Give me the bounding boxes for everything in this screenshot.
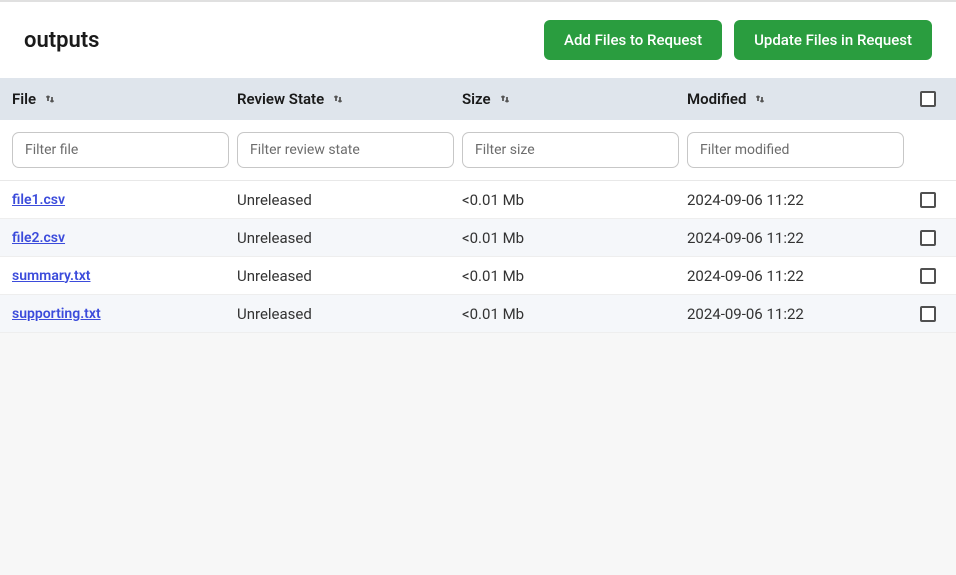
sort-icon (499, 93, 511, 105)
review-state-cell: Unreleased (237, 191, 312, 209)
column-header-review-state[interactable]: Review State (237, 90, 344, 108)
file-link[interactable]: file1.csv (12, 192, 65, 208)
files-table: File Review State Size (0, 78, 956, 333)
filter-review-input[interactable] (237, 132, 454, 168)
column-header-file-label: File (12, 90, 36, 108)
row-checkbox[interactable] (920, 268, 936, 284)
table-body: file1.csv Unreleased <0.01 Mb 2024-09-06 11… (0, 181, 956, 333)
column-header-file[interactable]: File (12, 90, 56, 108)
page-header: outputs Add Files to Request Update File… (0, 2, 956, 78)
table-row: file2.csv Unreleased <0.01 Mb 2024-09-06 11… (0, 219, 956, 257)
filter-row (0, 120, 956, 181)
modified-cell: 2024-09-06 11:22 (687, 267, 804, 285)
column-header-review-label: Review State (237, 90, 324, 108)
row-checkbox[interactable] (920, 230, 936, 246)
filter-modified-input[interactable] (687, 132, 904, 168)
table-row: file1.csv Unreleased <0.01 Mb 2024-09-06 11… (0, 181, 956, 219)
column-header-size-label: Size (462, 90, 491, 108)
modified-cell: 2024-09-06 11:22 (687, 305, 804, 323)
add-files-button[interactable]: Add Files to Request (544, 20, 722, 60)
sort-icon (332, 93, 344, 105)
review-state-cell: Unreleased (237, 267, 312, 285)
header-buttons: Add Files to Request Update Files in Req… (544, 20, 932, 60)
table-header-row: File Review State Size (0, 78, 956, 120)
column-header-modified-label: Modified (687, 90, 746, 108)
column-header-modified[interactable]: Modified (687, 90, 766, 108)
review-state-cell: Unreleased (237, 305, 312, 323)
size-cell: <0.01 Mb (462, 229, 524, 247)
file-link[interactable]: file2.csv (12, 230, 65, 246)
file-link[interactable]: summary.txt (12, 268, 91, 284)
row-checkbox[interactable] (920, 306, 936, 322)
row-checkbox[interactable] (920, 192, 936, 208)
modified-cell: 2024-09-06 11:22 (687, 191, 804, 209)
filter-file-input[interactable] (12, 132, 229, 168)
sort-icon (754, 93, 766, 105)
sort-icon (44, 93, 56, 105)
size-cell: <0.01 Mb (462, 267, 524, 285)
size-cell: <0.01 Mb (462, 305, 524, 323)
select-all-checkbox[interactable] (920, 91, 936, 107)
column-header-size[interactable]: Size (462, 90, 511, 108)
table-row: supporting.txt Unreleased <0.01 Mb 2024-09-… (0, 295, 956, 333)
filter-size-input[interactable] (462, 132, 679, 168)
page-title: outputs (24, 28, 99, 53)
table-row: summary.txt Unreleased <0.01 Mb 2024-09-06 … (0, 257, 956, 295)
file-link[interactable]: supporting.txt (12, 306, 101, 322)
update-files-button[interactable]: Update Files in Request (734, 20, 932, 60)
modified-cell: 2024-09-06 11:22 (687, 229, 804, 247)
size-cell: <0.01 Mb (462, 191, 524, 209)
review-state-cell: Unreleased (237, 229, 312, 247)
